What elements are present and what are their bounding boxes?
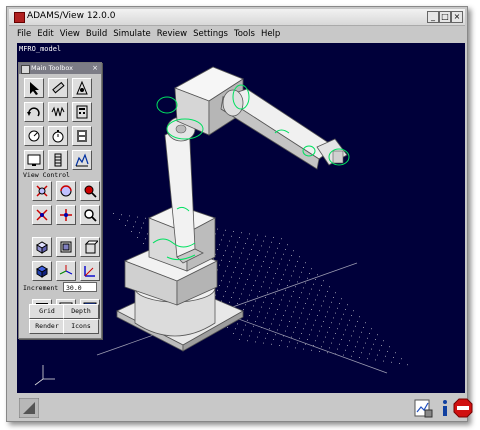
front-view-button[interactable] (32, 237, 52, 257)
increment-input[interactable]: 30.0 (63, 282, 97, 292)
minimize-button[interactable]: _ (427, 11, 439, 23)
iso-view-button[interactable] (32, 261, 52, 281)
menu-simulate[interactable]: Simulate (113, 27, 151, 41)
side-view-button[interactable] (80, 237, 100, 257)
calculator-tool-button[interactable] (72, 102, 92, 122)
magnifier-icon (84, 209, 97, 222)
axis-triad (34, 365, 55, 386)
simulate-tool-button[interactable] (48, 126, 68, 146)
title-bar: ADAMS/View 12.0.0 _ □ × (9, 9, 465, 26)
animation-tool-button[interactable] (72, 126, 92, 146)
center-view-button[interactable] (56, 205, 76, 225)
menu-tools[interactable]: Tools (234, 27, 255, 41)
toolbox-menu-icon[interactable] (21, 65, 30, 74)
icons-button[interactable]: Icons (63, 319, 99, 334)
coordinate-button[interactable] (80, 261, 100, 281)
rotation-arrow-icon (27, 107, 40, 117)
menu-file[interactable]: File (17, 27, 31, 41)
rotate-view-button[interactable] (56, 181, 76, 201)
select-tool-button[interactable] (24, 78, 44, 98)
close-button[interactable]: × (451, 11, 463, 23)
zoom-view-button[interactable] (80, 205, 100, 225)
plot-results-button[interactable] (24, 150, 44, 170)
zoom-in-icon (84, 185, 97, 198)
plot-icon[interactable] (413, 398, 433, 418)
app-icon (14, 12, 25, 23)
axis-triad-button[interactable] (56, 261, 76, 281)
cube-front-icon (36, 241, 48, 254)
joint-tool-button[interactable] (72, 78, 92, 98)
toolbox-title: Main Toolbox (31, 64, 73, 72)
window-title: ADAMS/View 12.0.0 (27, 11, 116, 21)
menu-view[interactable]: View (60, 27, 80, 41)
curve-plot-icon (75, 153, 89, 167)
link-tool-button[interactable] (48, 78, 68, 98)
pendulum-icon (76, 80, 88, 95)
axes-arrow-icon (84, 266, 95, 277)
solid-cube-icon (36, 265, 48, 278)
cube-top-icon (60, 241, 72, 253)
menu-settings[interactable]: Settings (193, 27, 228, 41)
grid-button[interactable]: Grid (29, 304, 65, 319)
status-bar (17, 396, 473, 422)
menu-help[interactable]: Help (261, 27, 280, 41)
menu-edit[interactable]: Edit (37, 27, 53, 41)
xyz-axes-icon (59, 265, 73, 275)
increment-label: Increment (23, 284, 59, 292)
spring-icon (51, 106, 65, 117)
render-button[interactable]: Render (29, 319, 65, 334)
zoom-in-button[interactable] (80, 181, 100, 201)
rotate-view-icon (60, 185, 72, 197)
toolbox-title-bar[interactable]: Main Toolbox × (19, 63, 101, 74)
measure-tool-button[interactable] (24, 126, 44, 146)
main-toolbox[interactable]: Main Toolbox × View Control Increment 30… (18, 62, 102, 339)
spring-damper-button[interactable] (48, 150, 68, 170)
coil-icon (54, 153, 62, 167)
force-tool-button[interactable] (48, 102, 68, 122)
link-part-icon (52, 81, 65, 94)
calculator-icon (76, 105, 88, 119)
translate-view-button[interactable] (32, 205, 52, 225)
motion-tool-button[interactable] (24, 102, 44, 122)
triad-icon[interactable] (19, 398, 39, 418)
stopwatch-icon (52, 130, 64, 143)
stop-icon[interactable] (453, 398, 473, 418)
pan-arrows-icon (36, 209, 48, 221)
cube-side-icon (84, 240, 98, 254)
fit-arrows-icon (36, 185, 48, 197)
monitor-icon (27, 154, 41, 166)
menu-build[interactable]: Build (86, 27, 107, 41)
top-view-button[interactable] (56, 237, 76, 257)
fit-view-button[interactable] (32, 181, 52, 201)
menu-bar: File Edit View Build Simulate Review Set… (9, 27, 465, 41)
arrow-pointer-icon (30, 82, 39, 95)
maximize-button[interactable]: □ (439, 11, 451, 23)
crosshair-icon (60, 209, 72, 221)
info-icon[interactable] (435, 398, 455, 418)
view-control-label: View Control (23, 171, 70, 179)
toolbox-close-button[interactable]: × (91, 64, 99, 72)
postprocessor-button[interactable] (72, 150, 92, 170)
robot-forearm (220, 88, 336, 170)
gauge-icon (28, 130, 40, 142)
depth-button[interactable]: Depth (63, 304, 99, 319)
film-strip-icon (77, 130, 87, 142)
menu-review[interactable]: Review (157, 27, 187, 41)
